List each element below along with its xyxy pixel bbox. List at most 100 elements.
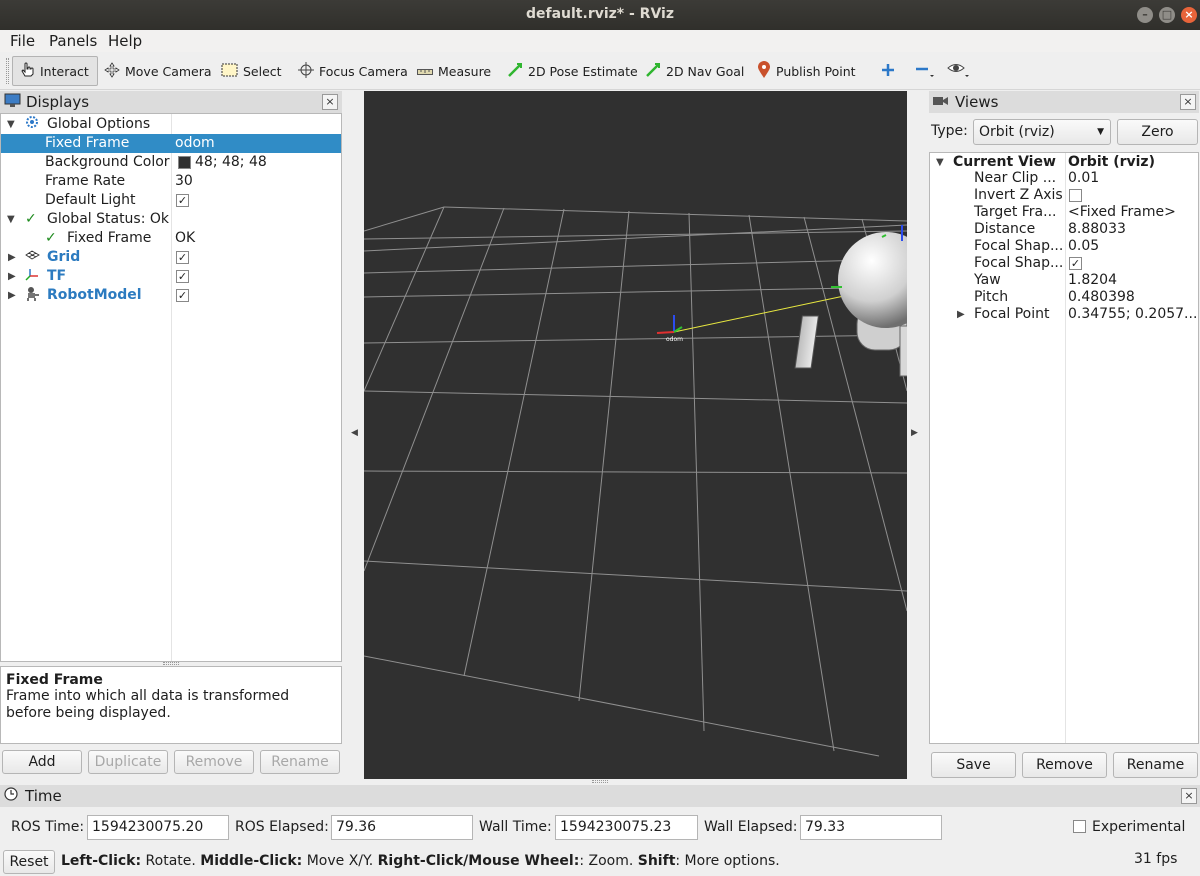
- collapse-left-icon[interactable]: ◀: [351, 428, 358, 438]
- rename-display-button[interactable]: Rename: [260, 750, 340, 774]
- collapsed-arrow-icon[interactable]: ▶: [8, 267, 16, 286]
- wall-time-field[interactable]: 1594230075.23: [555, 815, 698, 840]
- color-swatch[interactable]: [178, 156, 191, 169]
- tree-row-status-fixed-frame[interactable]: ✓ Fixed Frame OK: [1, 229, 341, 248]
- view-property-row[interactable]: Focal Shap... 0.05: [930, 238, 1198, 255]
- minimize-button[interactable]: –: [1137, 7, 1153, 23]
- tree-row-grid[interactable]: ▶ Grid ✓: [1, 248, 341, 267]
- view-type-select[interactable]: Orbit (rviz) ▼: [973, 119, 1111, 145]
- view-property-row[interactable]: Target Fra... <Fixed Frame>: [930, 204, 1198, 221]
- select-tool-button[interactable]: Select: [221, 56, 282, 86]
- maximize-button[interactable]: □: [1159, 7, 1175, 23]
- view-property-value[interactable]: 8.88033: [1068, 221, 1126, 238]
- middle-click-key: Middle-Click:: [200, 853, 303, 869]
- view-property-value[interactable]: 0.05: [1068, 238, 1099, 255]
- view-property-name: Near Clip ...: [974, 170, 1057, 186]
- view-property-row[interactable]: Focal Shap... ✓: [930, 255, 1198, 272]
- render-view[interactable]: odom: [364, 91, 907, 779]
- collapsed-arrow-icon[interactable]: ▶: [8, 248, 16, 267]
- zero-button[interactable]: Zero: [1117, 119, 1198, 145]
- reset-button[interactable]: Reset: [3, 850, 55, 874]
- experimental-checkbox[interactable]: [1073, 820, 1086, 833]
- publish-point-tool-button[interactable]: Publish Point: [757, 56, 856, 86]
- duplicate-display-button[interactable]: Duplicate: [88, 750, 168, 774]
- menu-panels[interactable]: Panels: [49, 32, 97, 50]
- view-property-checkbox[interactable]: ✓: [1069, 257, 1082, 270]
- displays-title: Displays: [26, 93, 90, 111]
- view-property-row[interactable]: ▶ Focal Point 0.34755; 0.2057...: [930, 306, 1198, 323]
- add-tool-button[interactable]: [880, 56, 896, 86]
- focus-camera-tool-button[interactable]: Focus Camera: [298, 56, 408, 86]
- views-close-button[interactable]: ×: [1180, 94, 1196, 110]
- robot-model-checkbox[interactable]: ✓: [176, 289, 189, 302]
- plus-icon: [880, 62, 896, 81]
- focus-camera-label: Focus Camera: [319, 63, 408, 79]
- tf-label: TF: [47, 268, 67, 284]
- toolbar-grip[interactable]: [6, 58, 9, 84]
- status-fixed-frame-value: OK: [175, 230, 196, 246]
- remove-view-button[interactable]: Remove: [1022, 752, 1107, 778]
- tool-properties-button[interactable]: [947, 56, 971, 86]
- menu-help[interactable]: Help: [108, 32, 142, 50]
- collapsed-arrow-icon[interactable]: ▶: [8, 286, 16, 305]
- crosshair-icon: [298, 61, 314, 81]
- menu-file[interactable]: File: [10, 32, 35, 50]
- wall-elapsed-field[interactable]: 79.33: [800, 815, 942, 840]
- pose-estimate-tool-button[interactable]: 2D Pose Estimate: [507, 56, 638, 86]
- view-property-value[interactable]: 0.01: [1068, 170, 1099, 187]
- time-close-button[interactable]: ×: [1181, 788, 1197, 804]
- view-property-value[interactable]: <Fixed Frame>: [1068, 204, 1176, 221]
- close-button[interactable]: ×: [1181, 7, 1197, 23]
- view-property-row[interactable]: Distance 8.88033: [930, 221, 1198, 238]
- tree-row-tf[interactable]: ▶ TF ✓: [1, 267, 341, 286]
- rename-view-button[interactable]: Rename: [1113, 752, 1198, 778]
- view-property-value[interactable]: 1.8204: [1068, 272, 1117, 289]
- view-property-row[interactable]: Near Clip ... 0.01: [930, 170, 1198, 187]
- measure-tool-button[interactable]: Measure: [417, 56, 491, 86]
- save-view-button[interactable]: Save: [931, 752, 1016, 778]
- view-property-name: Pitch: [974, 289, 1009, 305]
- expanded-arrow-icon[interactable]: ▼: [7, 115, 15, 134]
- tf-checkbox[interactable]: ✓: [176, 270, 189, 283]
- view-property-row[interactable]: Yaw 1.8204: [930, 272, 1198, 289]
- tree-row-frame-rate[interactable]: Frame Rate 30: [1, 172, 341, 191]
- tree-row-fixed-frame[interactable]: Fixed Frame odom: [1, 134, 341, 153]
- fps-readout: 31 fps: [1134, 851, 1178, 867]
- experimental-label: Experimental: [1092, 819, 1186, 835]
- frame-rate-label: Frame Rate: [45, 173, 126, 189]
- background-color-value[interactable]: 48; 48; 48: [195, 153, 267, 172]
- nav-goal-tool-button[interactable]: 2D Nav Goal: [645, 56, 744, 86]
- collapse-right-icon[interactable]: ▶: [911, 428, 918, 438]
- help-title: Fixed Frame: [6, 672, 103, 688]
- remove-tool-button[interactable]: [914, 56, 936, 86]
- fixed-frame-value[interactable]: odom: [175, 134, 215, 153]
- grid-checkbox[interactable]: ✓: [176, 251, 189, 264]
- remove-display-button[interactable]: Remove: [174, 750, 254, 774]
- interact-tool-button[interactable]: Interact: [12, 56, 98, 86]
- view-property-row[interactable]: Invert Z Axis: [930, 187, 1198, 204]
- displays-close-button[interactable]: ×: [322, 94, 338, 110]
- time-title: Time: [25, 787, 62, 805]
- view-property-checkbox[interactable]: [1069, 189, 1082, 202]
- tree-row-robot-model[interactable]: ▶ RobotModel ✓: [1, 286, 341, 305]
- view-property-row[interactable]: Pitch 0.480398: [930, 289, 1198, 306]
- tree-row-global-options[interactable]: ▼ Global Options: [1, 115, 341, 134]
- splitter-handle[interactable]: [592, 780, 608, 783]
- expanded-arrow-icon[interactable]: ▼: [7, 210, 15, 229]
- tree-row-global-status[interactable]: ▼ ✓ Global Status: Ok: [1, 210, 341, 229]
- view-property-value[interactable]: 0.480398: [1068, 289, 1135, 306]
- view-property-value[interactable]: 0.34755; 0.2057...: [1068, 306, 1197, 323]
- default-light-checkbox[interactable]: ✓: [176, 194, 189, 207]
- collapsed-arrow-icon[interactable]: ▶: [957, 306, 965, 323]
- ros-elapsed-field[interactable]: 79.36: [331, 815, 473, 840]
- tree-row-background-color[interactable]: Background Color 48; 48; 48: [1, 153, 341, 172]
- ros-time-field[interactable]: 1594230075.20: [87, 815, 229, 840]
- add-display-button[interactable]: Add: [2, 750, 82, 774]
- move-camera-tool-button[interactable]: Move Camera: [104, 56, 212, 86]
- tree-row-default-light[interactable]: Default Light ✓: [1, 191, 341, 210]
- eye-icon: [947, 60, 971, 83]
- splitter-handle[interactable]: [163, 662, 179, 665]
- view-property-name: Focal Point: [974, 306, 1050, 322]
- help-box: Fixed Frame Frame into which all data is…: [0, 666, 342, 744]
- frame-rate-value[interactable]: 30: [175, 172, 193, 191]
